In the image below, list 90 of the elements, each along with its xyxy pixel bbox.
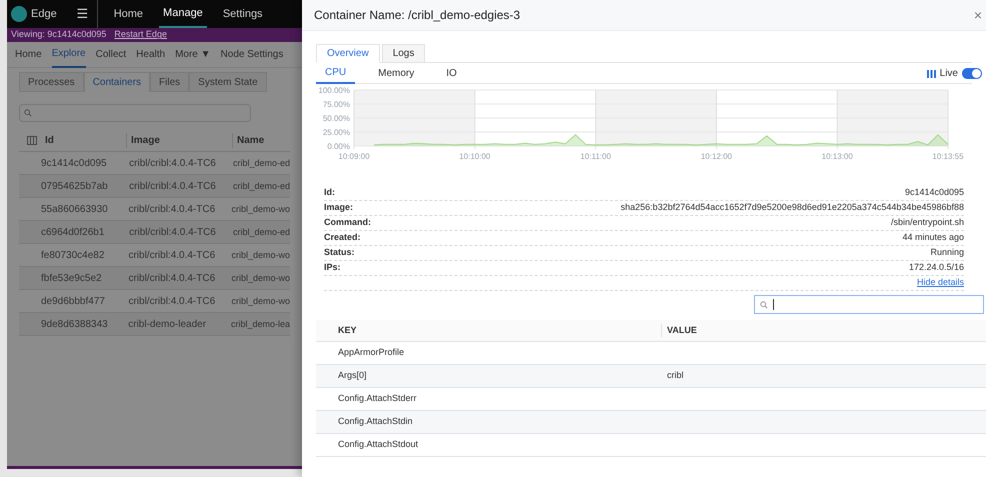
- column-header: KEY: [338, 324, 357, 335]
- detail-label: Id:: [324, 186, 335, 200]
- table-cell: cribl_demo-wo: [231, 204, 290, 214]
- nav-tab[interactable]: More ▼: [175, 42, 211, 68]
- table-cell: cribl_demo-wo: [231, 272, 290, 282]
- table-cell: cribl/cribl:4.0.4-TC6: [128, 272, 216, 284]
- table-cell: cribl-demo-leader: [128, 318, 206, 330]
- table-cell: cribl_demo-lea: [230, 318, 290, 328]
- detail-value: sha256:b32bf2764d54acc1652f7d9e5200e98d6ed91e2205a374c544b34be45986bf88: [620, 201, 964, 214]
- x-tick-label: 10:10:00: [459, 152, 490, 161]
- table-cell: cribl/cribl:4.0.4-TC6: [128, 250, 216, 260]
- y-tick-label: 0.00%: [327, 142, 350, 151]
- table-cell: 07954625b7ab: [41, 180, 108, 192]
- table-cell: cribl_demo-ed: [232, 158, 290, 168]
- table-cell: fe80730c4e82: [41, 250, 104, 260]
- nav-tab[interactable]: Collect: [96, 42, 126, 68]
- y-tick-label: 25.00%: [322, 128, 350, 137]
- y-tick-label: 100.00%: [318, 86, 350, 95]
- table-cell: Config.AttachStderr: [338, 393, 417, 404]
- table-cell: cribl: [667, 370, 684, 380]
- search-icon: [760, 300, 768, 308]
- table-cell: AppArmorProfile: [338, 347, 404, 358]
- table-cell: cribl/cribl:4.0.4-TC6: [128, 296, 216, 306]
- brand-name: Edge: [31, 6, 57, 22]
- nav-tab[interactable]: Home: [15, 42, 42, 68]
- sub-tab[interactable]: Files: [150, 72, 190, 92]
- x-tick-label: 10:09:00: [338, 152, 370, 161]
- table-cell: cribl_demo-wo: [231, 250, 290, 260]
- detail-label: IPs:: [324, 261, 341, 274]
- table-cell: fbfe53e9c5e2: [41, 272, 102, 284]
- filter-field[interactable]: [754, 295, 984, 314]
- metric-tab[interactable]: IO: [437, 64, 466, 84]
- drawer-tab[interactable]: Logs: [382, 44, 426, 63]
- column-header: Name: [237, 135, 264, 146]
- table-cell: Args[0]: [338, 370, 367, 380]
- restart-link[interactable]: Restart Edge: [114, 28, 167, 42]
- nav-tab[interactable]: Node Settings: [220, 42, 284, 68]
- table-cell: cribl/cribl:4.0.4-TC6: [128, 204, 216, 214]
- column-header: VALUE: [667, 324, 697, 335]
- x-tick-label: 10:11:00: [580, 152, 611, 161]
- table-cell: Config.AttachStdin: [338, 416, 413, 426]
- detail-value: /sbin/entrypoint.sh: [890, 216, 964, 230]
- detail-label: Command:: [324, 216, 371, 230]
- table-cell: cribl_demo-wo: [231, 296, 290, 306]
- bars-icon: [926, 70, 936, 78]
- close-button[interactable]: ×: [974, 4, 982, 26]
- sub-tab[interactable]: System State: [189, 72, 267, 92]
- table-cell: 9de8d6388343: [41, 318, 108, 330]
- columns-icon[interactable]: [27, 136, 37, 145]
- drawer-tab[interactable]: Overview: [316, 44, 380, 63]
- metric-tab[interactable]: Memory: [369, 64, 424, 84]
- table-cell: Config.AttachStdout: [338, 439, 418, 450]
- detail-value: 44 minutes ago: [902, 231, 964, 244]
- hide-details-link[interactable]: Hide details: [916, 276, 964, 290]
- table-cell: cribl_demo-ed: [232, 226, 290, 236]
- column-header: Image: [131, 135, 160, 146]
- live-toggle[interactable]: [962, 68, 982, 79]
- column-header: Id: [45, 134, 54, 148]
- table-cell: cribl_demo-ed: [232, 180, 290, 190]
- detail-value: Running: [930, 246, 964, 260]
- live-label: Live: [940, 67, 958, 81]
- viewing-text: Viewing: 9c1414c0d095: [11, 28, 106, 42]
- sub-tab[interactable]: Processes: [19, 72, 84, 92]
- detail-label: Status:: [324, 246, 355, 260]
- table-cell: cribl/cribl:4.0.4-TC6: [129, 158, 216, 168]
- x-tick-label: 10:13:55: [932, 152, 964, 161]
- drawer-title: Container Name: /cribl_demo-edgies-3: [314, 7, 520, 24]
- table-cell: 9c1414c0d095: [41, 158, 107, 168]
- nav-tab[interactable]: Explore: [52, 42, 86, 68]
- detail-label: Image:: [324, 201, 354, 214]
- search-icon: [24, 109, 32, 117]
- table-cell: 55a860663930: [41, 204, 108, 214]
- x-tick-label: 10:12:00: [700, 152, 732, 161]
- y-tick-label: 75.00%: [322, 100, 350, 109]
- table-cell: c6964d0f26b1: [41, 226, 104, 238]
- top-nav-link[interactable]: Home: [110, 0, 148, 28]
- brand-logo-icon: [11, 6, 27, 22]
- sub-tab[interactable]: Containers: [84, 72, 150, 92]
- table-cell: cribl/cribl:4.0.4-TC6: [129, 226, 216, 238]
- search-field[interactable]: [19, 104, 251, 122]
- table-cell: cribl/cribl:4.0.4-TC6: [129, 180, 216, 192]
- metric-tab[interactable]: CPU: [316, 64, 356, 84]
- detail-label: Created:: [324, 231, 361, 244]
- detail-value: 9c1414c0d095: [904, 186, 964, 200]
- table-cell: de9d6bbbf477: [41, 296, 105, 306]
- y-tick-label: 50.00%: [322, 114, 350, 123]
- top-nav-link[interactable]: Settings: [218, 0, 267, 28]
- detail-value: 172.24.0.5/16: [908, 261, 964, 274]
- x-tick-label: 10:13:00: [822, 152, 853, 161]
- nav-tab[interactable]: Health: [136, 42, 166, 68]
